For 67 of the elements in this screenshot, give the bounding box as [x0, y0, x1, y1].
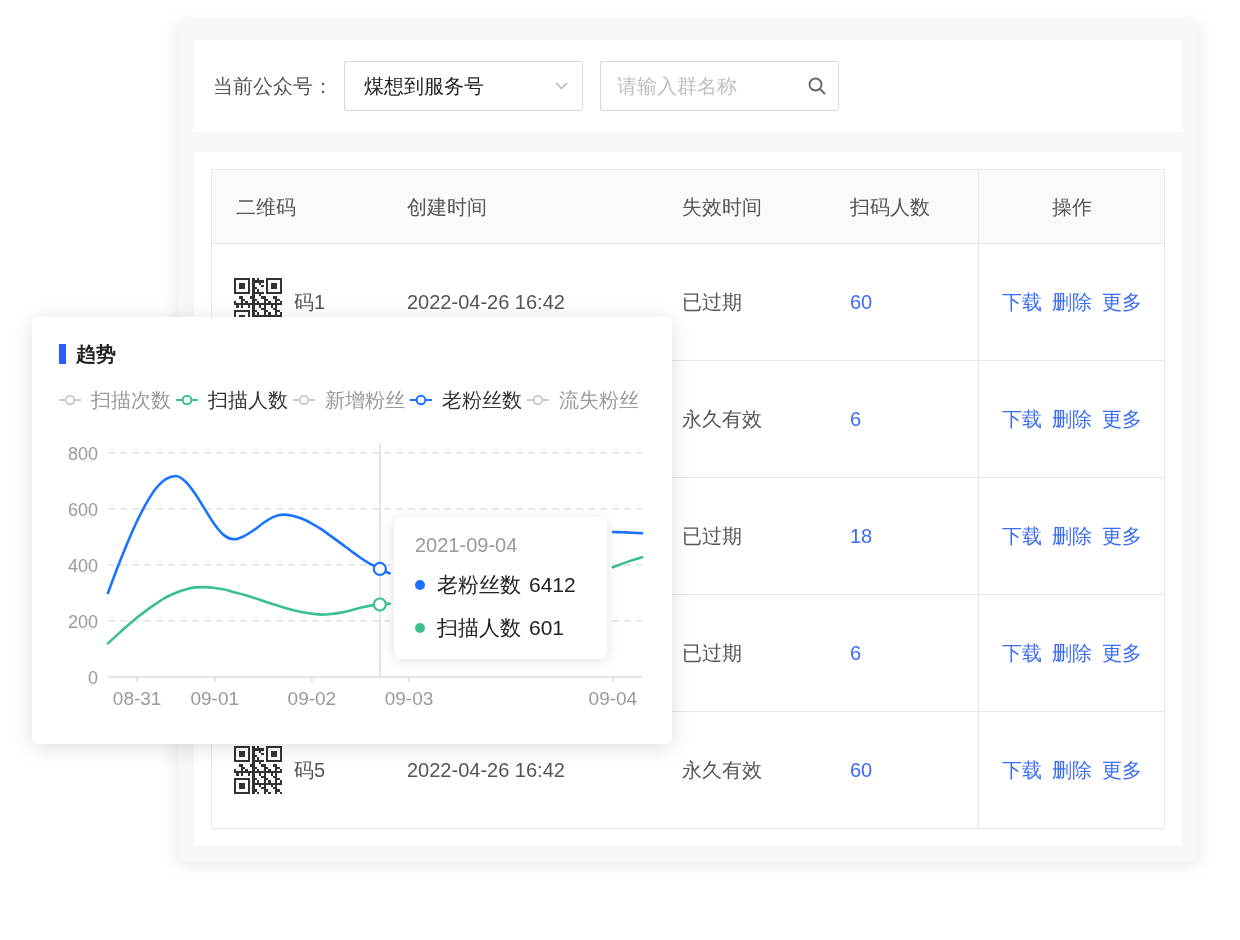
scan-count-link[interactable]: 60: [850, 287, 873, 317]
point-marker-icon: [372, 597, 387, 612]
x-axis-label: 09-02: [287, 688, 337, 709]
action-link[interactable]: 下载: [1001, 287, 1042, 317]
search-field[interactable]: 请输入群名称: [600, 61, 839, 111]
scan-count-link[interactable]: 6: [850, 404, 862, 434]
column-header: 操作: [1051, 194, 1092, 220]
point-marker-icon: [372, 561, 387, 576]
action-link[interactable]: 下载: [1001, 638, 1042, 668]
x-axis-label: 09-04: [588, 688, 638, 709]
y-axis-label: 200: [67, 611, 98, 632]
action-link[interactable]: 删除: [1051, 755, 1092, 785]
action-link[interactable]: 下载: [1001, 404, 1042, 434]
action-link[interactable]: 更多: [1101, 755, 1142, 785]
legend-line-icon: [527, 394, 549, 406]
account-label: 当前公众号：: [213, 74, 333, 99]
series-value: 601: [529, 615, 565, 642]
x-axis-label: 08-31: [112, 688, 162, 709]
action-link[interactable]: 更多: [1101, 287, 1142, 317]
chevron-down-icon: [555, 82, 568, 90]
column-header: 二维码: [236, 194, 296, 220]
tooltip-date: 2021-09-04: [415, 533, 518, 558]
vertical-bar-icon: [59, 344, 66, 364]
legend-line-icon: [59, 394, 81, 406]
y-axis-label: 400: [67, 555, 98, 576]
created-time: 2022-04-26 16:42: [407, 290, 565, 315]
scan-count-link[interactable]: 18: [850, 521, 873, 551]
series-label: 老粉丝数: [437, 572, 521, 599]
created-time: 2022-04-26 16:42: [407, 758, 565, 783]
code-name: 码5: [294, 758, 326, 783]
expiry-status: 已过期: [682, 524, 742, 549]
column-header: 创建时间: [407, 194, 487, 220]
x-axis-label: 09-03: [384, 688, 434, 709]
search-icon[interactable]: [808, 77, 826, 95]
code-name: 码1: [294, 290, 326, 315]
expiry-status: 已过期: [682, 290, 742, 315]
action-link[interactable]: 删除: [1051, 521, 1092, 551]
expiry-status: 已过期: [682, 641, 742, 666]
column-header: 扫码人数: [850, 194, 930, 220]
card-title: 趋势: [76, 342, 116, 367]
legend-item[interactable]: 扫描人数: [176, 385, 288, 415]
action-link[interactable]: 删除: [1051, 638, 1092, 668]
y-axis-label: 0: [88, 667, 98, 688]
series-value: 6412: [529, 572, 576, 599]
y-axis-label: 600: [67, 499, 98, 520]
action-link[interactable]: 更多: [1101, 404, 1142, 434]
scan-count-link[interactable]: 6: [850, 638, 862, 668]
account-select[interactable]: 煤想到服务号: [344, 61, 583, 111]
legend-item[interactable]: 流失粉丝: [527, 385, 639, 415]
action-link[interactable]: 下载: [1001, 521, 1042, 551]
action-link[interactable]: 删除: [1051, 287, 1092, 317]
action-link[interactable]: 更多: [1101, 521, 1142, 551]
expiry-status: 永久有效: [682, 758, 762, 783]
legend-line-icon: [293, 394, 315, 406]
scan-count-link[interactable]: 60: [850, 755, 873, 785]
action-link[interactable]: 下载: [1001, 755, 1042, 785]
column-header: 失效时间: [682, 194, 762, 220]
x-axis-label: 09-01: [190, 688, 240, 709]
expiry-status: 永久有效: [682, 407, 762, 432]
y-axis-label: 800: [67, 443, 98, 464]
legend-item[interactable]: 扫描次数: [59, 385, 171, 415]
qr-code-icon: [234, 746, 282, 794]
series-label: 扫描人数: [437, 615, 521, 642]
action-link[interactable]: 更多: [1101, 638, 1142, 668]
legend-item[interactable]: 新增粉丝: [293, 385, 405, 415]
action-link[interactable]: 删除: [1051, 404, 1092, 434]
legend-item[interactable]: 老粉丝数: [410, 385, 522, 415]
